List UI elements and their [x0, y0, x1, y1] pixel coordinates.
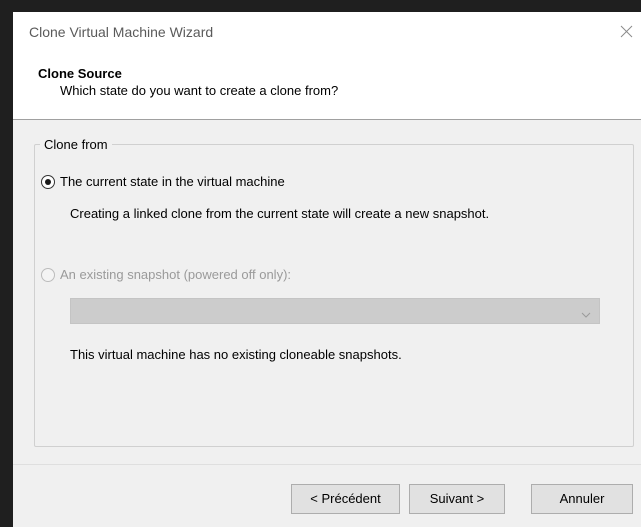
chevron-down-icon — [581, 307, 591, 318]
snapshot-dropdown[interactable] — [70, 298, 600, 324]
page-subtitle: Which state do you want to create a clon… — [60, 83, 339, 98]
radio-current-state-label[interactable]: The current state in the virtual machine — [60, 174, 285, 189]
title-bar: Clone Virtual Machine Wizard — [13, 12, 641, 53]
cancel-button[interactable]: Annuler — [531, 484, 633, 514]
window-title: Clone Virtual Machine Wizard — [29, 24, 214, 40]
clone-from-group — [34, 144, 634, 447]
close-icon[interactable] — [617, 22, 635, 40]
back-button[interactable]: < Précédent — [291, 484, 400, 514]
clone-from-legend: Clone from — [40, 137, 112, 152]
radio-current-state[interactable] — [41, 175, 55, 189]
no-snapshots-note: This virtual machine has no existing clo… — [70, 347, 402, 362]
next-button[interactable]: Suivant > — [409, 484, 505, 514]
radio-existing-snapshot-label[interactable]: An existing snapshot (powered off only): — [60, 267, 291, 282]
clone-wizard-window: Clone Virtual Machine Wizard Clone Sourc… — [13, 12, 641, 527]
radio-existing-snapshot[interactable] — [41, 268, 55, 282]
close-icon-glyph — [620, 25, 633, 38]
wizard-header: Clone Source Which state do you want to … — [13, 53, 641, 120]
chevron-down-glyph — [581, 312, 591, 318]
current-state-description: Creating a linked clone from the current… — [70, 206, 490, 221]
page-title: Clone Source — [38, 66, 122, 81]
footer-divider — [13, 464, 641, 465]
